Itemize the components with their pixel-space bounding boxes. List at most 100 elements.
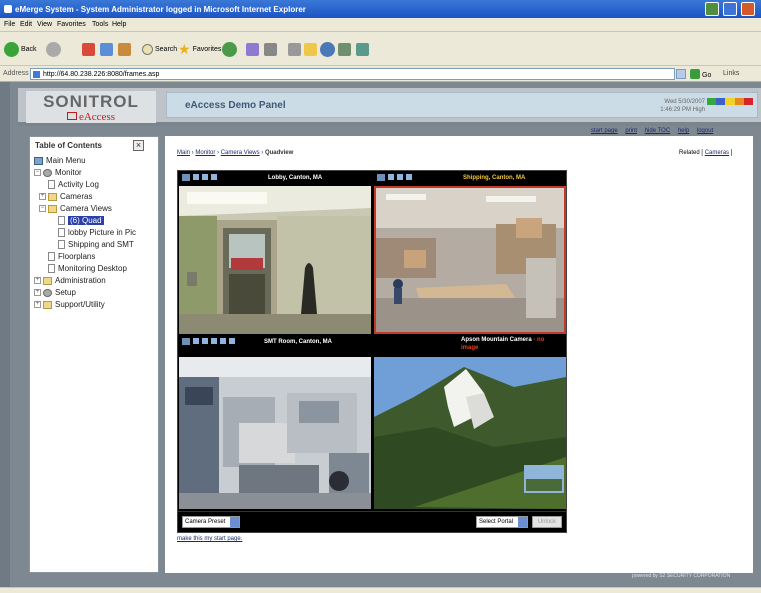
menu-file[interactable]: File <box>4 21 15 28</box>
zoom-in-icon[interactable] <box>220 338 226 344</box>
help-link[interactable]: help <box>678 128 689 134</box>
menu-help[interactable]: Help <box>112 21 126 28</box>
threat-level-bar <box>707 98 754 105</box>
ptz-controls[interactable] <box>182 174 217 181</box>
logout-link[interactable]: logout <box>697 128 713 134</box>
camera-3-feed[interactable] <box>179 357 371 509</box>
ptz-left-right-icon[interactable] <box>211 338 217 344</box>
date: Wed 5/30/2007 <box>664 99 705 105</box>
unlock-button[interactable]: Unlock <box>532 516 562 528</box>
ptz-home-icon[interactable] <box>182 338 190 345</box>
maximize-button[interactable] <box>723 2 737 16</box>
toc-item-activity-log[interactable]: Activity Log <box>48 180 99 189</box>
start-page-link[interactable]: start page <box>591 128 618 134</box>
home-button[interactable] <box>118 38 131 60</box>
ptz-left-right-icon[interactable] <box>211 174 217 180</box>
time: 1:46:29 PM <box>660 107 691 113</box>
ptz-up-icon[interactable] <box>193 174 199 180</box>
stop-button[interactable] <box>82 38 95 60</box>
toc-item-main-menu[interactable]: Main Menu <box>34 156 86 165</box>
mail-icon <box>246 42 259 56</box>
breadcrumb-main[interactable]: Main <box>177 150 190 156</box>
toc-item-monitoring-desktop[interactable]: Monitoring Desktop <box>48 264 127 273</box>
refresh-button[interactable] <box>100 38 113 60</box>
edit-button[interactable] <box>288 38 301 60</box>
toc-item-shipping-smt[interactable]: Shipping and SMT <box>58 240 134 249</box>
document-icon <box>58 216 65 225</box>
ptz-left-right-icon[interactable] <box>406 174 412 180</box>
links-button[interactable]: Links <box>723 70 739 77</box>
app-frame: SONITROL eAccess eAccess Demo Panel Wed … <box>10 82 761 587</box>
shipping-camera-image <box>376 188 564 332</box>
collapse-icon: − <box>39 205 46 212</box>
toc-item-cameras[interactable]: + Cameras <box>39 192 92 201</box>
folder-button[interactable] <box>304 38 317 60</box>
expand-icon: + <box>34 301 41 308</box>
zoom-out-icon[interactable] <box>229 338 235 344</box>
menu-tools[interactable]: Tools <box>92 21 108 28</box>
ptz-home-icon[interactable] <box>182 174 190 181</box>
toc-item-camera-views[interactable]: − Camera Views <box>39 204 112 213</box>
ptz-up-icon[interactable] <box>193 338 199 344</box>
document-icon <box>48 252 55 261</box>
hide-toc-link[interactable]: hide TOC <box>645 128 670 134</box>
media-icon <box>356 42 369 56</box>
toc-close-button[interactable]: × <box>133 140 144 151</box>
lobby-camera-image <box>179 186 371 334</box>
ptz-controls[interactable] <box>377 174 412 181</box>
toc-item-lobby-pip[interactable]: lobby Picture in Pic <box>58 228 136 237</box>
menu-favorites[interactable]: Favorites <box>57 21 86 28</box>
history-button[interactable] <box>222 38 237 60</box>
print-icon <box>264 42 277 56</box>
portal-select[interactable]: Select Portal <box>476 516 528 528</box>
favorites-button[interactable]: ★ Favorites <box>178 38 221 60</box>
expand-icon: + <box>34 277 41 284</box>
app-header: SONITROL eAccess eAccess Demo Panel Wed … <box>18 88 761 126</box>
toc-item-setup[interactable]: + Setup <box>34 288 76 297</box>
ptz-down-icon[interactable] <box>397 174 403 180</box>
camera-2-feed[interactable] <box>374 186 566 334</box>
messenger-icon <box>320 41 335 57</box>
back-button[interactable]: Back <box>4 38 37 60</box>
logo-mark-icon <box>66 112 77 120</box>
menu-edit[interactable]: Edit <box>20 21 32 28</box>
ptz-down-icon[interactable] <box>202 338 208 344</box>
breadcrumb-camera-views[interactable]: Camera Views <box>221 150 260 156</box>
ptz-up-icon[interactable] <box>388 174 394 180</box>
close-button[interactable] <box>741 2 755 16</box>
toc-item-quad[interactable]: (6) Quad <box>58 216 104 225</box>
expand-icon: + <box>39 193 46 200</box>
research-button[interactable] <box>338 38 351 60</box>
ptz-controls[interactable] <box>182 338 235 345</box>
ptz-home-icon[interactable] <box>377 174 385 181</box>
search-icon <box>142 43 153 55</box>
toc-item-administration[interactable]: + Administration <box>34 276 106 285</box>
related-cameras-link[interactable]: Cameras <box>705 150 729 156</box>
media-button[interactable] <box>356 38 369 60</box>
make-start-page-link[interactable]: make this my start page. <box>177 536 242 542</box>
mail-button[interactable] <box>246 38 259 60</box>
home-icon <box>118 42 131 56</box>
camera-4-feed[interactable] <box>374 357 566 509</box>
search-button[interactable]: Search <box>142 38 177 60</box>
toc-item-support-utility[interactable]: + Support/Utility <box>34 300 105 309</box>
toc-item-monitor[interactable]: − Monitor <box>34 168 82 177</box>
menu-view[interactable]: View <box>37 21 52 28</box>
camera-preset-select[interactable]: Camera Preset <box>182 516 240 528</box>
toc-item-floorplans[interactable]: Floorplans <box>48 252 95 261</box>
minimize-button[interactable] <box>705 2 719 16</box>
breadcrumb-monitor[interactable]: Monitor <box>195 150 215 156</box>
address-dropdown[interactable] <box>676 69 686 79</box>
toc-sidebar: Table of Contents × Main Menu − Monitor A… <box>29 136 159 573</box>
folder-icon <box>43 300 52 309</box>
go-button[interactable]: Go <box>690 69 711 79</box>
print-link[interactable]: print <box>625 128 637 134</box>
messenger-button[interactable] <box>320 38 335 60</box>
print-button[interactable] <box>264 38 277 60</box>
forward-button[interactable] <box>46 38 61 60</box>
camera-1-feed[interactable] <box>179 186 371 334</box>
address-input[interactable]: http://64.80.238.226:8080/frames.asp <box>30 68 675 80</box>
star-icon: ★ <box>178 41 191 57</box>
ptz-down-icon[interactable] <box>202 174 208 180</box>
breadcrumb-current: Quadview <box>264 150 294 156</box>
